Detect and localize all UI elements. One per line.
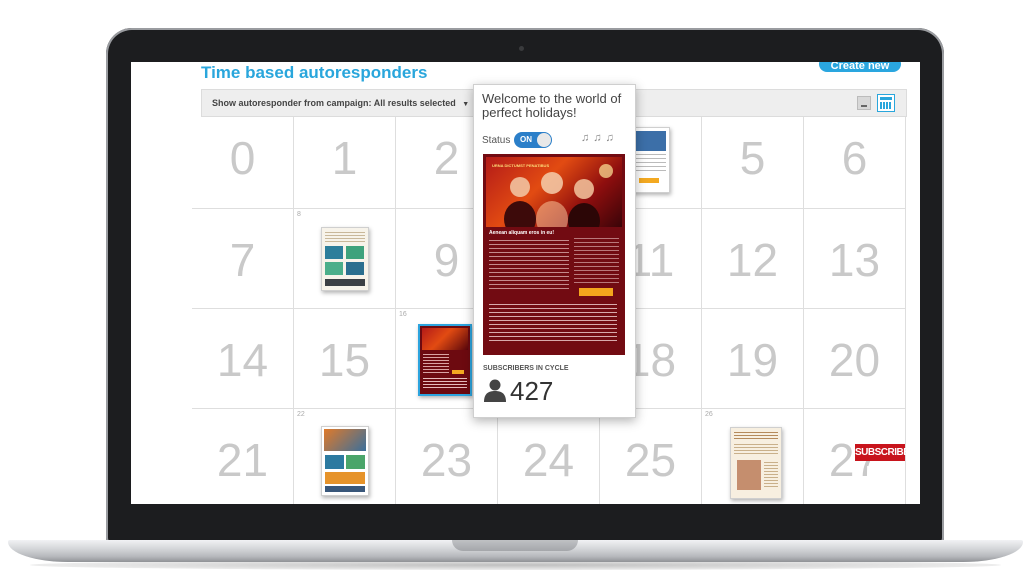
calendar-day-23[interactable]: 23 <box>396 409 498 504</box>
day-number: 20 <box>828 334 881 386</box>
day-number: 13 <box>828 234 881 286</box>
day-small-number: 16 <box>399 311 407 318</box>
person-icon <box>484 379 506 402</box>
page-title: Time based autoresponders <box>201 63 428 82</box>
calendar-day-22[interactable]: 22 <box>294 409 396 504</box>
day-number: 21 <box>216 434 269 486</box>
calendar-view-icon[interactable] <box>877 94 895 112</box>
list-view-icon[interactable] <box>857 96 871 110</box>
email-cta-button <box>579 288 613 296</box>
day-number: 25 <box>624 434 677 486</box>
calendar-day-19[interactable]: 19 <box>702 309 804 409</box>
subscribers-label: SUBSCRIBERS IN CYCLE <box>483 365 569 372</box>
filter-label: Show autoresponder from campaign: <box>212 98 372 108</box>
day-small-number: 22 <box>297 411 305 418</box>
day-number: 14 <box>216 334 269 386</box>
email-thumbnail[interactable] <box>321 426 369 496</box>
email-thumbnail[interactable] <box>730 427 782 499</box>
day-number: 24 <box>522 434 575 486</box>
email-thumbnail[interactable] <box>630 127 670 193</box>
calendar-day-1[interactable]: 1 <box>294 109 396 209</box>
email-body-text <box>489 240 569 290</box>
email-preview[interactable]: URNA DICTUMST PENATIBUS Aenean aliquam e… <box>483 154 625 355</box>
status-label: Status <box>482 135 511 146</box>
day-number: 1 <box>331 132 358 184</box>
filter-value: All results selected <box>373 98 456 108</box>
music-note-icon[interactable]: ♫♫♫ <box>581 132 618 144</box>
email-thumbnail[interactable] <box>321 227 369 291</box>
calendar-day-12[interactable]: 12 <box>702 209 804 309</box>
day-number: 15 <box>318 334 371 386</box>
calendar-day-7[interactable]: 7 <box>192 209 294 309</box>
day-number: 6 <box>841 132 868 184</box>
create-new-button[interactable]: Create new <box>819 62 901 72</box>
webcam <box>519 46 524 51</box>
subscribe-badge[interactable]: SUBSCRIBE <box>855 444 910 461</box>
email-quote-text <box>489 304 617 344</box>
email-thumbnail-selected[interactable] <box>418 324 472 396</box>
email-header-text: URNA DICTUMST PENATIBUS <box>492 163 550 168</box>
popup-title: Welcome to the world of perfect holidays… <box>482 91 622 120</box>
calendar-day-26[interactable]: 26 <box>702 409 804 504</box>
channel-watermark <box>867 466 901 490</box>
calendar-day-21[interactable]: 21 <box>192 409 294 504</box>
day-small-number: 26 <box>705 411 713 418</box>
app-screen: Time based autoresponders Create new 0 1… <box>131 62 920 504</box>
chevron-down-icon: ▼ <box>462 101 470 108</box>
day-small-number: 8 <box>297 211 301 218</box>
calendar-day-8[interactable]: 8 <box>294 209 396 309</box>
day-number: 12 <box>726 234 779 286</box>
calendar-day-6[interactable]: 6 <box>804 109 906 209</box>
email-headline: Aenean aliquam eros in eu! <box>489 230 555 236</box>
status-toggle[interactable]: ON <box>514 132 552 148</box>
day-number: 5 <box>739 132 766 184</box>
email-hero-image: URNA DICTUMST PENATIBUS <box>486 157 622 239</box>
calendar-day-24[interactable]: 24 <box>498 409 600 504</box>
calendar-day-0[interactable]: 0 <box>192 109 294 209</box>
laptop-notch <box>452 540 578 551</box>
day-number: 0 <box>229 132 256 184</box>
calendar-day-20[interactable]: 20 <box>804 309 906 409</box>
day-number: 19 <box>726 334 779 386</box>
email-side-text <box>574 238 619 284</box>
day-number: 23 <box>420 434 473 486</box>
day-number: 7 <box>229 234 256 286</box>
calendar-day-25[interactable]: 25 <box>600 409 702 504</box>
calendar-day-13[interactable]: 13 <box>804 209 906 309</box>
calendar-day-14[interactable]: 14 <box>192 309 294 409</box>
calendar-day-15[interactable]: 15 <box>294 309 396 409</box>
calendar-day-5[interactable]: 5 <box>702 109 804 209</box>
subscribers-count: 427 <box>510 376 554 406</box>
campaign-filter-dropdown[interactable]: Show autoresponder from campaign: All re… <box>212 98 469 108</box>
autoresponder-popup: Welcome to the world of perfect holidays… <box>473 84 636 418</box>
